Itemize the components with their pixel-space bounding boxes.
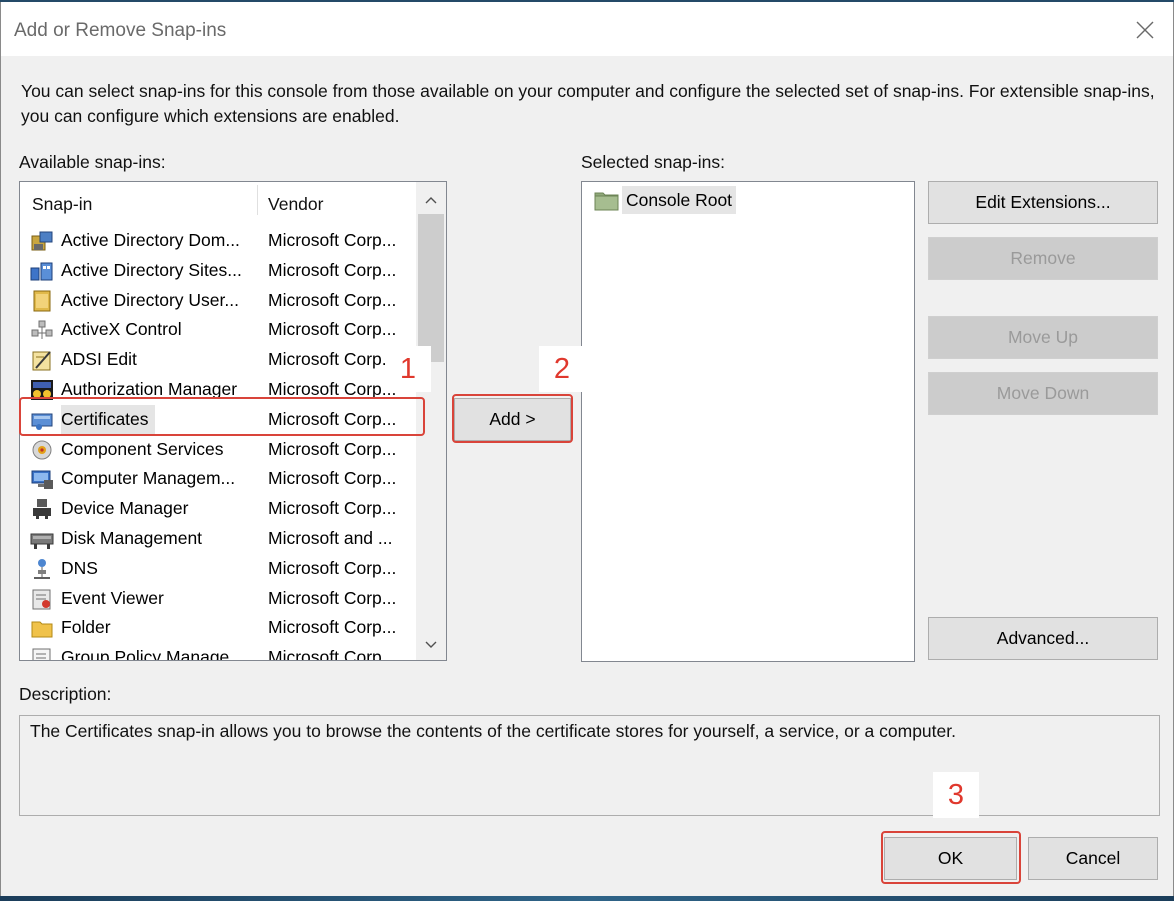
snapin-row-dns[interactable]: DNS Microsoft Corp...	[20, 554, 416, 584]
step-3-marker: 3	[933, 772, 979, 818]
snapin-row-component-services[interactable]: Component Services Microsoft Corp...	[20, 435, 416, 465]
snapin-name: ActiveX Control	[61, 319, 182, 340]
snapin-name: Certificates	[61, 404, 155, 435]
add-button[interactable]: Add >	[454, 398, 571, 441]
snapin-name: Active Directory Dom...	[61, 230, 240, 250]
snapin-row-device-manager[interactable]: Device Manager Microsoft Corp...	[20, 494, 416, 524]
snapin-name: DNS	[61, 557, 98, 578]
move-up-button[interactable]: Move Up	[928, 316, 1158, 359]
desktop-bottom-edge	[0, 896, 1174, 901]
snapin-vendor: Microsoft Corp...	[268, 230, 397, 250]
disk-management-icon	[30, 533, 54, 549]
column-header-vendor[interactable]: Vendor	[268, 182, 323, 226]
event-viewer-icon	[32, 589, 51, 610]
snapin-vendor: Microsoft Corp...	[268, 408, 397, 429]
scroll-up-button[interactable]	[416, 184, 446, 214]
console-root-label: Console Root	[622, 186, 737, 214]
snapin-row-event-viewer[interactable]: Event Viewer Microsoft Corp...	[20, 584, 416, 614]
selected-snapins-list[interactable]: Console Root	[581, 181, 915, 662]
available-snapins-label: Available snap-ins:	[19, 152, 166, 172]
snapin-vendor: Microsoft Corp...	[268, 647, 397, 661]
description-text: The Certificates snap-in allows you to b…	[19, 715, 1160, 816]
snapin-row-disk-management[interactable]: Disk Management Microsoft and ...	[20, 524, 416, 554]
dialog-title: Add or Remove Snap-ins	[14, 20, 227, 41]
chevron-up-icon	[425, 197, 437, 204]
activex-icon	[31, 320, 53, 340]
snapin-vendor: Microsoft Corp...	[268, 438, 397, 459]
dns-icon	[34, 558, 50, 579]
adsi-edit-icon	[32, 351, 51, 371]
snapin-row-ad-domains[interactable]: Active Directory Dom... Microsoft Corp...	[20, 226, 416, 256]
move-down-button[interactable]: Move Down	[928, 372, 1158, 415]
snapin-name: Event Viewer	[61, 587, 164, 608]
snapin-row-ad-sites[interactable]: Active Directory Sites... Microsoft Corp.…	[20, 256, 416, 286]
snapin-vendor: Microsoft Corp...	[268, 587, 397, 608]
device-manager-icon	[33, 499, 51, 520]
title-bar[interactable]: Add or Remove Snap-ins	[1, 2, 1173, 56]
snapin-name: Component Services	[61, 438, 224, 459]
intro-text: You can select snap-ins for this console…	[21, 81, 1155, 126]
folder-icon	[31, 621, 53, 638]
snapin-vendor: Microsoft Corp...	[268, 557, 397, 578]
snapin-vendor: Microsoft and ...	[268, 527, 393, 548]
snapin-vendor: Microsoft Corp...	[268, 617, 397, 638]
snapin-vendor: Microsoft Corp...	[268, 468, 397, 489]
ad-domains-icon	[31, 231, 53, 251]
certificates-icon	[31, 413, 53, 430]
authorization-manager-icon	[31, 379, 53, 400]
close-icon	[1136, 21, 1154, 39]
snapin-name: Computer Managem...	[61, 468, 236, 489]
remove-button[interactable]: Remove	[928, 237, 1158, 280]
ok-button[interactable]: OK	[884, 837, 1017, 880]
close-button[interactable]	[1129, 14, 1161, 46]
group-policy-icon	[32, 648, 51, 660]
snapin-row-group-policy[interactable]: Group Policy Manage... Microsoft Corp...	[20, 643, 416, 661]
snapin-name: ADSI Edit	[61, 349, 137, 370]
component-services-icon	[32, 440, 52, 460]
snapin-vendor: Microsoft Corp...	[268, 498, 397, 519]
snapin-row-authorization-manager[interactable]: Authorization Manager Microsoft Corp...	[20, 375, 416, 405]
snapin-name: Folder	[61, 617, 111, 638]
snapin-name: Group Policy Manage...	[61, 647, 244, 661]
computer-management-icon	[31, 470, 53, 490]
scrollbar-thumb[interactable]	[418, 214, 444, 362]
snapin-row-adsi-edit[interactable]: ADSI Edit Microsoft Corp...	[20, 345, 416, 375]
snapin-row-certificates[interactable]: Certificates Microsoft Corp...	[20, 404, 416, 435]
step-2-marker: 2	[539, 346, 585, 392]
snapin-name: Disk Management	[61, 527, 203, 548]
column-header-snapin[interactable]: Snap-in	[32, 182, 92, 226]
available-list-scrollbar[interactable]	[416, 182, 446, 660]
snapin-name: Active Directory Sites...	[61, 259, 242, 280]
snapin-rows: Active Directory Dom... Microsoft Corp...…	[20, 226, 416, 661]
advanced-button[interactable]: Advanced...	[928, 617, 1158, 660]
snapin-vendor: Microsoft Corp...	[268, 289, 397, 310]
description-label: Description:	[19, 684, 112, 704]
ad-users-icon	[33, 290, 51, 312]
add-remove-snapins-dialog: Add or Remove Snap-ins You can select sn…	[0, 2, 1174, 896]
column-divider[interactable]	[257, 185, 258, 215]
snapin-vendor: Microsoft Corp...	[268, 259, 397, 280]
snapin-name: Authorization Manager	[61, 378, 238, 399]
snapin-name: Device Manager	[61, 498, 189, 519]
folder-icon	[594, 192, 619, 211]
snapin-row-folder[interactable]: Folder Microsoft Corp...	[20, 613, 416, 643]
snapin-name: Active Directory User...	[61, 289, 239, 310]
scroll-down-button[interactable]	[416, 629, 446, 659]
snapin-vendor: Microsoft Corp...	[268, 319, 397, 340]
snapin-row-computer-management[interactable]: Computer Managem... Microsoft Corp...	[20, 464, 416, 494]
snapin-row-ad-users[interactable]: Active Directory User... Microsoft Corp..…	[20, 286, 416, 316]
step-1-marker: 1	[385, 346, 431, 392]
snapin-row-activex[interactable]: ActiveX Control Microsoft Corp...	[20, 315, 416, 345]
cancel-button[interactable]: Cancel	[1028, 837, 1158, 880]
ad-sites-icon	[30, 262, 53, 281]
selected-snapins-label: Selected snap-ins:	[581, 152, 725, 172]
edit-extensions-button[interactable]: Edit Extensions...	[928, 181, 1158, 224]
available-snapins-list[interactable]: Snap-in Vendor Active Directory Dom... Mi…	[19, 181, 447, 661]
chevron-down-icon	[425, 641, 437, 648]
